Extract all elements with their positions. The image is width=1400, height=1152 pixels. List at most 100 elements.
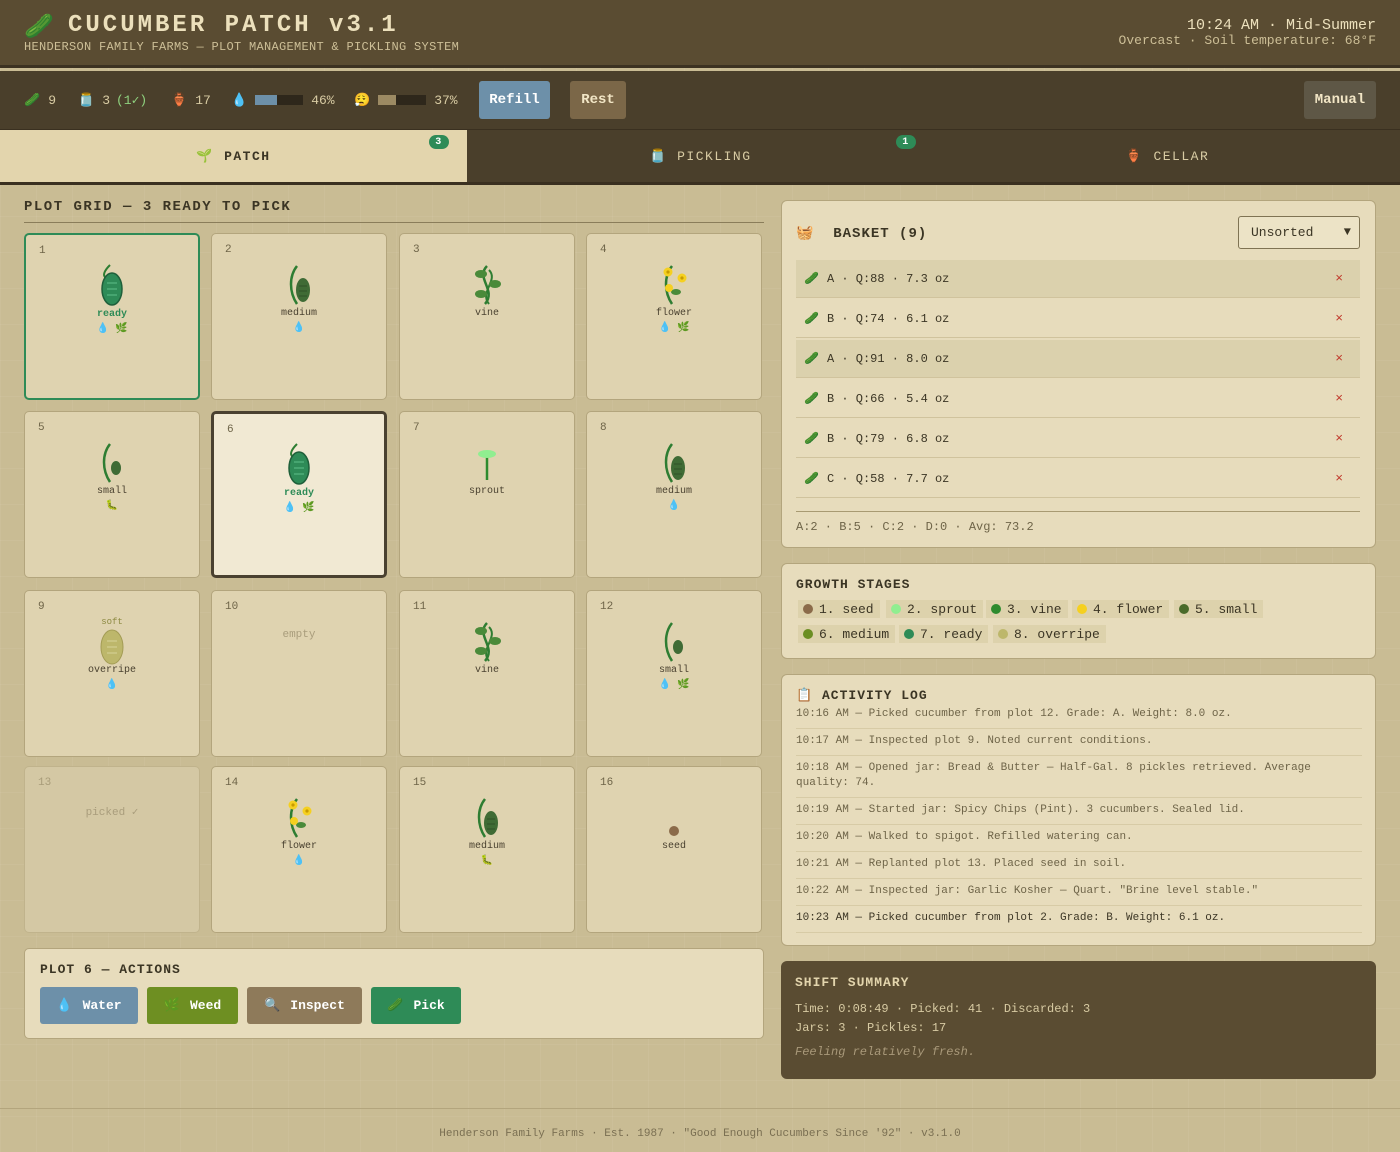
plot-7[interactable]: 7 sprout <box>399 411 575 578</box>
plot-number: 3 <box>413 244 420 256</box>
growth-stage-chip: 1. seed <box>798 600 880 618</box>
stats-bar: 🥒 9 🫙 3 (1✓) 🏺 17 💧 46% 😮‍💨 37% Refill R… <box>0 71 1400 130</box>
herb-icon: 🌿 <box>163 998 180 1013</box>
remove-item-icon[interactable]: × <box>1335 431 1343 446</box>
medium-plant-icon <box>652 440 696 486</box>
weed-button-label: Weed <box>189 998 222 1013</box>
plot-16[interactable]: 16 seed <box>586 766 762 933</box>
pick-button[interactable]: 🥒 Pick <box>371 987 461 1024</box>
tab-cellar[interactable]: 🏺 CELLAR <box>934 130 1400 182</box>
main-tabs: 🌱 PATCH 3 🫙 PICKLING 1 🏺 CELLAR <box>0 130 1400 185</box>
basket-item[interactable]: 🥒 B · Q:74 · 6.1 oz × <box>796 300 1360 338</box>
tab-pickling-badge: 1 <box>896 135 916 149</box>
basket-item[interactable]: 🥒 A · Q:88 · 7.3 oz × <box>796 260 1360 298</box>
plot-11[interactable]: 11 vine <box>399 590 575 757</box>
rest-button[interactable]: Rest <box>570 81 626 119</box>
jar-count-value: 3 <box>102 92 110 108</box>
basket-summary: A:2 · B:5 · C:2 · D:0 · Avg: 73.2 <box>796 511 1360 534</box>
plot-15[interactable]: 15 medium 🐛 <box>399 766 575 933</box>
plot-8[interactable]: 8 medium 💧 <box>586 411 762 578</box>
manual-button[interactable]: Manual <box>1304 81 1376 119</box>
remove-item-icon[interactable]: × <box>1335 391 1343 406</box>
flower-plant-icon <box>652 262 696 308</box>
plot-stage: vine <box>474 308 499 319</box>
plot-1[interactable]: 1 ready 💧 🌿 <box>24 233 200 400</box>
plot-number: 6 <box>227 424 234 436</box>
plot-6[interactable]: 6 ready 💧 🌿 <box>211 411 387 578</box>
basket-item[interactable]: 🥒 A · Q:91 · 8.0 oz × <box>796 340 1360 378</box>
plot-condition-icons: 💧 🌿 <box>658 680 690 691</box>
stage-color-dot <box>803 604 813 614</box>
basket-sort-select[interactable]: Unsorted ▼ <box>1238 216 1360 249</box>
remove-item-icon[interactable]: × <box>1335 311 1343 326</box>
amphora-icon: 🏺 <box>171 92 188 108</box>
plot-10[interactable]: 10 empty <box>211 590 387 757</box>
ready-plant-icon <box>277 442 321 488</box>
plot-14[interactable]: 14 flower 💧 <box>211 766 387 933</box>
tab-patch[interactable]: 🌱 PATCH 3 <box>0 130 467 182</box>
plot-4[interactable]: 4 flower 💧 🌿 <box>586 233 762 400</box>
clipboard-icon: 📋 <box>796 688 814 703</box>
remove-item-icon[interactable]: × <box>1335 271 1343 286</box>
shift-summary-panel: SHIFT SUMMARY Time: 0:08:49 · Picked: 41… <box>781 961 1376 1079</box>
log-entry: 10:18 AM — Opened jar: Bread & Butter — … <box>796 756 1362 798</box>
plot-stage: ready <box>96 309 127 320</box>
water-button[interactable]: 💧 Water <box>40 987 138 1024</box>
soft-label: soft <box>101 617 123 627</box>
medium-plant-icon <box>277 262 321 308</box>
plot-stage: vine <box>474 665 499 676</box>
chevron-down-icon: ▼ <box>1343 225 1351 239</box>
fatigue-level: 😮‍💨 37% <box>354 91 458 109</box>
basket-item[interactable]: 🥒 C · Q:58 · 7.7 oz × <box>796 460 1360 498</box>
inspect-button-label: Inspect <box>290 998 345 1013</box>
weather-readout: Overcast · Soil temperature: 68°F <box>1118 33 1376 48</box>
basket-item[interactable]: 🥒 B · Q:79 · 6.8 oz × <box>796 420 1360 458</box>
game-clock: 10:24 AM · Mid-Summer <box>1186 17 1376 34</box>
small-plant-icon <box>90 440 134 486</box>
tab-pickling-label: PICKLING <box>677 148 752 164</box>
basket-title-text: BASKET (9) <box>833 226 928 242</box>
weed-button[interactable]: 🌿 Weed <box>147 987 238 1024</box>
stage-color-dot <box>1077 604 1087 614</box>
growth-stage-label: 5. small <box>1195 601 1258 617</box>
growth-stage-chip: 5. small <box>1174 600 1264 618</box>
plot-number: 1 <box>39 245 46 257</box>
magnifier-icon: 🔍 <box>264 998 281 1013</box>
remove-item-icon[interactable]: × <box>1335 471 1343 486</box>
tab-patch-label: PATCH <box>224 148 271 164</box>
shift-summary-title: SHIFT SUMMARY <box>795 975 910 990</box>
plot-3[interactable]: 3 vine <box>399 233 575 400</box>
plot-status: empty <box>282 629 316 641</box>
activity-log-list[interactable]: 10:15 AM — Weeded around plot 4. Removed… <box>796 705 1362 933</box>
cucumber-icon: 🥒 <box>804 352 819 366</box>
cucumber-icon: 🥒 <box>24 15 54 42</box>
plot-5[interactable]: 5 small 🐛 <box>24 411 200 578</box>
log-entry: 10:21 AM — Replanted plot 13. Placed see… <box>796 852 1362 879</box>
plot-13[interactable]: 13 picked ✓ <box>24 766 200 933</box>
plot-number: 5 <box>38 422 45 434</box>
log-entry: 10:22 AM — Inspected jar: Garlic Kosher … <box>796 879 1362 906</box>
refill-button[interactable]: Refill <box>479 81 550 119</box>
plot-number: 16 <box>600 777 614 789</box>
plot-12[interactable]: 12 small 💧 🌿 <box>586 590 762 757</box>
water-button-label: Water <box>82 998 122 1013</box>
inspect-button[interactable]: 🔍 Inspect <box>247 987 362 1024</box>
tab-pickling[interactable]: 🫙 PICKLING 1 <box>467 130 934 182</box>
remove-item-icon[interactable]: × <box>1335 351 1343 366</box>
plot-condition-icons: 💧 <box>292 323 306 334</box>
tab-patch-badge: 3 <box>429 135 449 149</box>
growth-stage-chip: 7. ready <box>899 625 989 643</box>
jars-ready-value: (1✓) <box>116 92 148 108</box>
plot-2[interactable]: 2 medium 💧 <box>211 233 387 400</box>
plot-condition-icons: 💧 <box>105 680 119 691</box>
basket-item-label: A · Q:88 · 7.3 oz <box>826 271 950 286</box>
plot-9[interactable]: 9 soft overripe 💧 <box>24 590 200 757</box>
pickle-count: 🏺 17 <box>171 91 211 109</box>
tired-face-icon: 😮‍💨 <box>354 92 371 108</box>
plot-status: picked ✓ <box>85 807 139 819</box>
basket-item[interactable]: 🥒 B · Q:66 · 5.4 oz × <box>796 380 1360 418</box>
plot-condition-icons: 💧 <box>667 501 681 512</box>
growth-stage-chip: 3. vine <box>986 600 1068 618</box>
cucumber-icon: 🥒 <box>804 472 819 486</box>
plot-stage: seed <box>661 841 686 852</box>
